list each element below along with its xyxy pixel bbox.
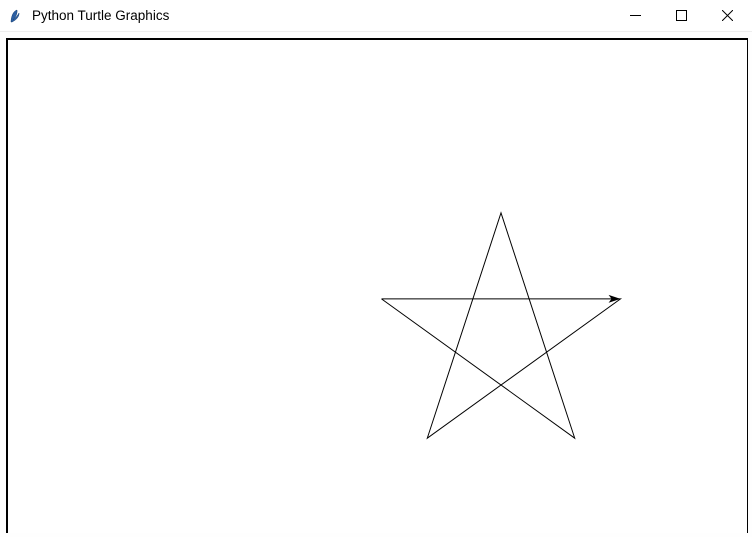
feather-icon [8, 8, 24, 24]
turtle-canvas[interactable] [6, 38, 748, 533]
turtle-drawing [8, 40, 747, 533]
minimize-icon [630, 10, 641, 21]
titlebar: Python Turtle Graphics [0, 0, 752, 32]
close-button[interactable] [704, 0, 750, 31]
canvas-container [0, 32, 752, 537]
close-icon [722, 10, 733, 21]
window-title: Python Turtle Graphics [32, 8, 169, 23]
window-controls [612, 0, 750, 31]
maximize-button[interactable] [658, 0, 704, 31]
star-shape [381, 213, 620, 438]
maximize-icon [676, 10, 687, 21]
minimize-button[interactable] [612, 0, 658, 31]
